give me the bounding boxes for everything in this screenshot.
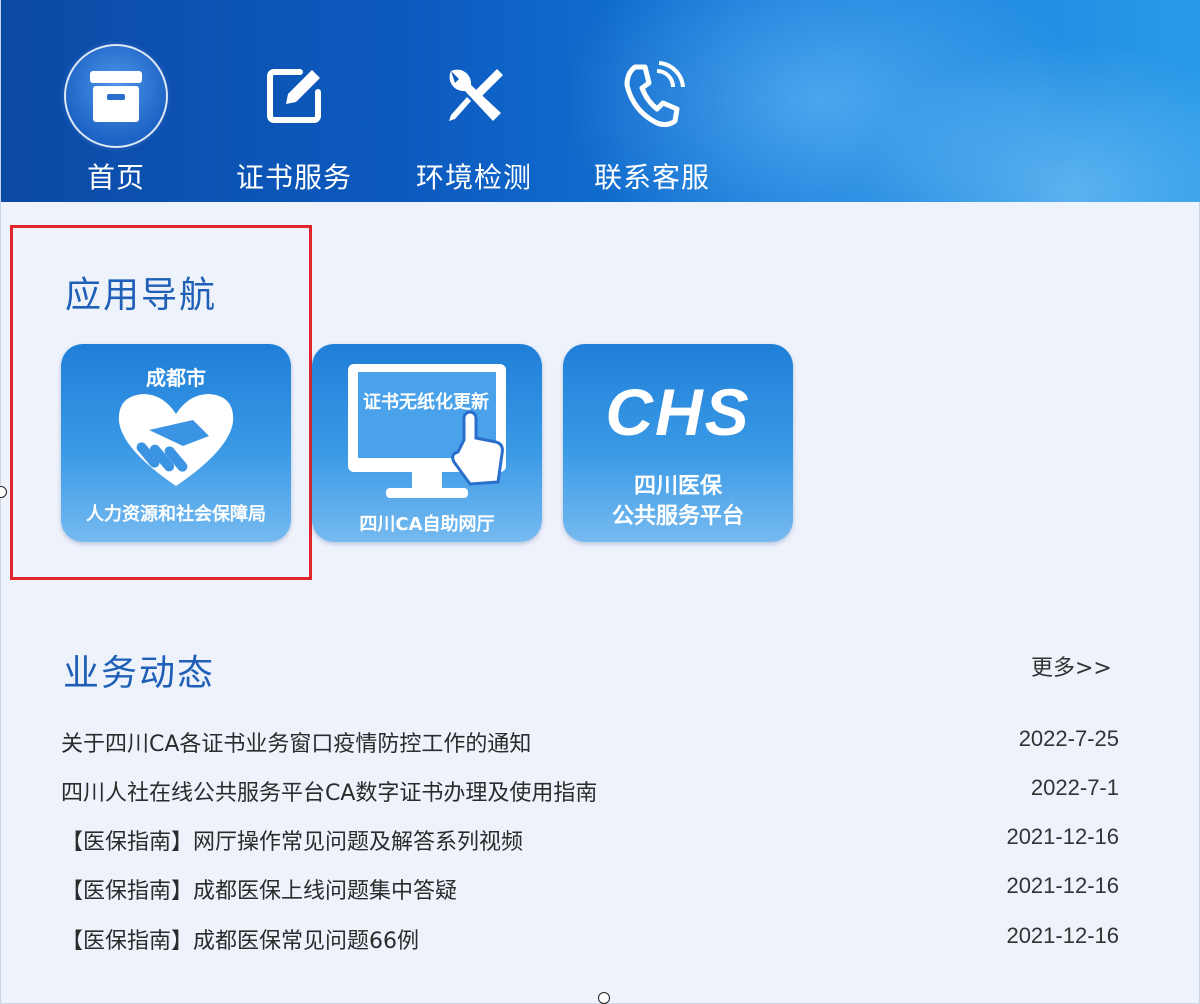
news-title: 【医保指南】成都医保上线问题集中答疑 — [61, 879, 458, 904]
resize-handle-bottom[interactable] — [598, 992, 610, 1004]
nav-label: 证书服务 — [235, 161, 352, 194]
news-title: 【医保指南】成都医保常见问题66例 — [61, 929, 419, 954]
app-window: 首页 证书服务 环境检测 联系客服 应用导航 成都市 人力资源和社会保障局 证书… — [0, 0, 1200, 1004]
tile-line1-text: 四川医保 — [633, 474, 722, 499]
news-title: 四川人社在线公共服务平台CA数字证书办理及使用指南 — [61, 781, 598, 806]
edit-note-icon — [244, 46, 344, 146]
nav-item-certificate-service[interactable]: 证书服务 — [209, 0, 379, 202]
app-tile-sichuan-ca-hall[interactable]: 证书无纸化更新 四川CA自助网厅 — [312, 344, 542, 542]
tile-screen-text: 证书无纸化更新 — [363, 392, 489, 413]
news-row[interactable]: 关于四川CA各证书业务窗口疫情防控工作的通知 2022-7-25 — [61, 726, 1119, 762]
handshake-heart-icon — [113, 390, 239, 494]
nav-item-contact-support[interactable]: 联系客服 — [567, 0, 737, 202]
nav-label: 联系客服 — [593, 161, 710, 194]
app-tile-sichuan-medical-insurance[interactable]: CHS 四川医保 公共服务平台 — [563, 344, 793, 542]
news-date: 2021-12-16 — [1006, 873, 1119, 898]
news-date: 2022-7-1 — [1030, 775, 1119, 800]
news-row[interactable]: 【医保指南】成都医保常见问题66例 2021-12-16 — [61, 923, 1119, 959]
nav-item-environment-check[interactable]: 环境检测 — [389, 0, 559, 202]
tile-bottom-text: 四川CA自助网厅 — [359, 514, 495, 535]
news-date: 2022-7-25 — [1018, 726, 1119, 751]
nav-item-home[interactable]: 首页 — [31, 0, 201, 202]
news-row[interactable]: 四川人社在线公共服务平台CA数字证书办理及使用指南 2022-7-1 — [61, 775, 1119, 811]
phone-icon — [602, 46, 702, 146]
tile-bottom-text: 人力资源和社会保障局 — [86, 504, 266, 525]
resize-handle-left[interactable] — [0, 486, 7, 498]
tile-top-text: 成都市 — [146, 366, 206, 390]
top-nav-bar: 首页 证书服务 环境检测 联系客服 — [1, 0, 1200, 202]
app-tile-chengdu-hrss[interactable]: 成都市 人力资源和社会保障局 — [61, 344, 291, 542]
news-row[interactable]: 【医保指南】网厅操作常见问题及解答系列视频 2021-12-16 — [61, 824, 1119, 860]
news-date: 2021-12-16 — [1006, 824, 1119, 849]
news-section-title: 业务动态 — [63, 653, 216, 694]
nav-label: 环境检测 — [415, 161, 532, 194]
news-date: 2021-12-16 — [1006, 923, 1119, 948]
tile-line2-text: 公共服务平台 — [611, 504, 744, 529]
news-row[interactable]: 【医保指南】成都医保上线问题集中答疑 2021-12-16 — [61, 873, 1119, 909]
chs-logo-icon: CHS — [605, 375, 751, 449]
monitor-pointer-icon — [346, 362, 516, 516]
news-title: 【医保指南】网厅操作常见问题及解答系列视频 — [61, 830, 524, 855]
wrench-screwdriver-icon — [424, 46, 524, 146]
nav-label: 首页 — [86, 161, 145, 194]
archive-box-icon — [64, 44, 168, 148]
more-link[interactable]: 更多>> — [1031, 650, 1112, 682]
news-title: 关于四川CA各证书业务窗口疫情防控工作的通知 — [61, 732, 532, 757]
